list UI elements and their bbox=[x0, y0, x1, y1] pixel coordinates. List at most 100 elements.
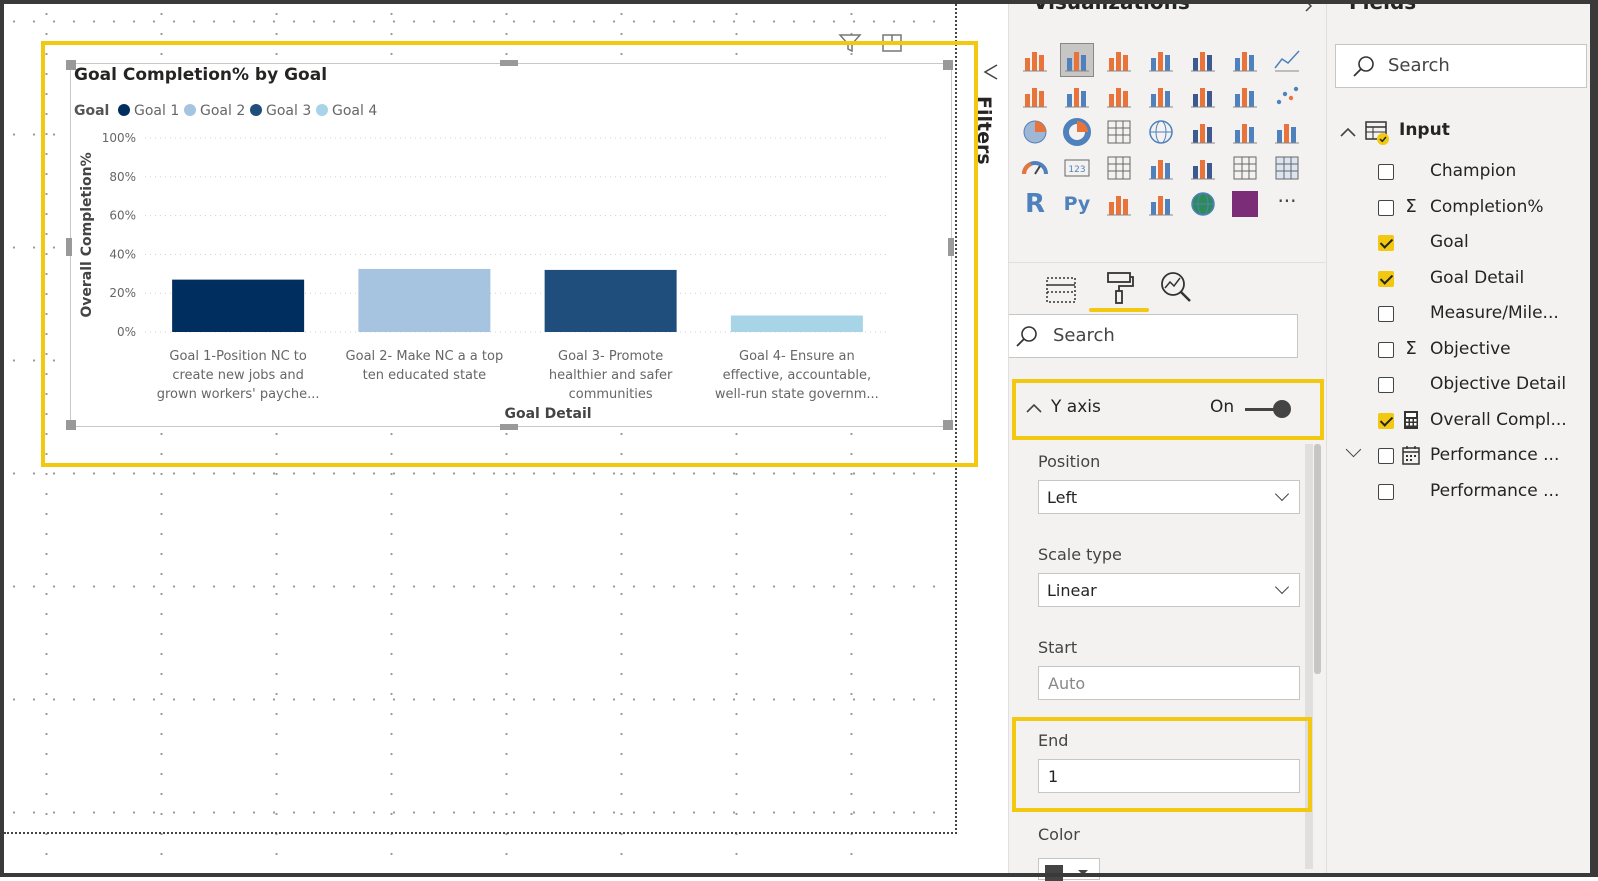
filter-icon[interactable] bbox=[838, 32, 862, 54]
search-icon bbox=[1016, 326, 1037, 347]
field-item[interactable]: Objective Detail bbox=[1326, 368, 1590, 404]
fields-tab-icon[interactable] bbox=[1045, 274, 1077, 306]
table-name[interactable]: Input bbox=[1399, 120, 1450, 140]
format-pane-scrollbar-track[interactable] bbox=[1305, 444, 1313, 869]
more-visuals-icon[interactable]: ··· bbox=[1271, 188, 1303, 220]
map-icon[interactable] bbox=[1145, 116, 1177, 148]
waterfall-chart-icon[interactable] bbox=[1229, 80, 1261, 112]
chevron-down-icon[interactable] bbox=[1345, 441, 1362, 458]
chart-title: Goal Completion% by Goal bbox=[74, 65, 327, 85]
clustered-bar-chart-icon[interactable] bbox=[1103, 44, 1135, 76]
field-checkbox[interactable] bbox=[1378, 377, 1394, 393]
line-and-stacked-column-icon[interactable] bbox=[1103, 80, 1135, 112]
y-tick-label: 60% bbox=[109, 209, 136, 223]
field-checkbox[interactable] bbox=[1378, 483, 1394, 500]
bar-3 bbox=[544, 269, 677, 332]
collapse-right-icon[interactable] bbox=[1301, 4, 1317, 14]
table-icon[interactable] bbox=[1229, 152, 1261, 184]
pie-chart-icon[interactable] bbox=[1019, 116, 1051, 148]
field-name: Champion bbox=[1430, 161, 1517, 181]
line-chart-icon[interactable] bbox=[1271, 44, 1303, 76]
field-name: Objective bbox=[1430, 338, 1511, 359]
format-paint-roller-icon[interactable] bbox=[1103, 270, 1135, 306]
field-checkbox[interactable] bbox=[1378, 164, 1394, 180]
stacked-bar-chart-icon[interactable] bbox=[1019, 44, 1051, 76]
x-tick-label: grown workers' payche... bbox=[157, 387, 320, 402]
page-boundary-bottom bbox=[4, 832, 957, 834]
y-axis-card-header[interactable]: Y axis On bbox=[1013, 379, 1318, 439]
stacked-area-chart-icon[interactable] bbox=[1061, 80, 1093, 112]
expand-filters-icon[interactable] bbox=[981, 62, 1001, 82]
field-name: Goal Detail bbox=[1430, 267, 1525, 288]
field-item[interactable]: Measure/Mile... bbox=[1326, 297, 1590, 333]
field-item[interactable]: Overall Compl... bbox=[1326, 404, 1590, 440]
field-item[interactable]: Σ Completion% bbox=[1326, 191, 1590, 227]
legend-entry-1: Goal 1 bbox=[134, 103, 179, 119]
field-checkbox[interactable] bbox=[1378, 341, 1394, 358]
slicer-icon[interactable] bbox=[1187, 152, 1219, 184]
y-tick-label: 100% bbox=[102, 131, 136, 145]
y-axis-toggle[interactable] bbox=[1243, 399, 1293, 419]
format-search-input[interactable]: Search bbox=[1009, 314, 1298, 358]
scatter-chart-icon[interactable] bbox=[1271, 80, 1303, 112]
x-tick-label: well-run state governm... bbox=[715, 387, 879, 402]
gauge-icon[interactable] bbox=[1019, 152, 1051, 184]
field-item[interactable]: Goal Detail bbox=[1326, 262, 1590, 298]
treemap-icon[interactable] bbox=[1103, 116, 1135, 148]
chevron-up-icon[interactable] bbox=[1025, 402, 1043, 414]
kpi-icon[interactable] bbox=[1145, 152, 1177, 184]
analytics-tab-icon[interactable] bbox=[1159, 270, 1193, 304]
format-pane-scrollbar-thumb[interactable] bbox=[1314, 444, 1321, 674]
matrix-icon[interactable] bbox=[1271, 152, 1303, 184]
100-stacked-column-chart-icon[interactable] bbox=[1229, 44, 1261, 76]
start-input[interactable] bbox=[1038, 666, 1300, 700]
legend-marker-3 bbox=[250, 104, 262, 116]
area-chart-icon[interactable] bbox=[1019, 80, 1051, 112]
field-item[interactable]: Champion bbox=[1326, 155, 1590, 191]
filters-label[interactable]: Filters bbox=[973, 96, 995, 165]
field-checkbox[interactable] bbox=[1378, 235, 1394, 251]
y-tick-label: 80% bbox=[109, 170, 136, 184]
chart-svg: Goal Completion% by Goal Goal Goal 1 Goal 2… bbox=[74, 65, 890, 422]
r-visual-icon[interactable]: R bbox=[1019, 188, 1051, 220]
end-input[interactable] bbox=[1038, 759, 1300, 793]
field-checkbox[interactable] bbox=[1378, 270, 1394, 287]
chevron-up-icon[interactable] bbox=[1339, 126, 1357, 138]
shape-map-icon[interactable] bbox=[1229, 116, 1261, 148]
clustered-column-chart-icon[interactable] bbox=[1145, 44, 1177, 76]
stacked-column-chart-icon[interactable] bbox=[1060, 43, 1094, 77]
fields-search-input[interactable]: Search bbox=[1335, 44, 1587, 88]
ribbon-chart-icon[interactable] bbox=[1187, 80, 1219, 112]
legend-entry-2: Goal 2 bbox=[200, 103, 245, 119]
funnel-icon[interactable] bbox=[1271, 116, 1303, 148]
field-item[interactable]: Σ Objective bbox=[1326, 333, 1590, 369]
field-checkbox[interactable] bbox=[1378, 412, 1394, 429]
donut-chart-icon[interactable] bbox=[1061, 116, 1093, 148]
field-item[interactable]: Performance ... bbox=[1326, 475, 1590, 511]
filled-map-icon[interactable] bbox=[1187, 116, 1219, 148]
scale-type-value: Linear bbox=[1047, 581, 1097, 600]
scale-type-dropdown[interactable]: Linear bbox=[1038, 573, 1300, 607]
format-search-placeholder: Search bbox=[1053, 325, 1115, 346]
decomposition-tree-icon[interactable] bbox=[1145, 188, 1177, 220]
table-icon bbox=[1365, 121, 1389, 145]
focus-mode-icon[interactable] bbox=[880, 32, 904, 54]
python-visual-icon[interactable]: Py bbox=[1061, 188, 1093, 220]
arcgis-map-icon[interactable] bbox=[1187, 188, 1219, 220]
position-dropdown[interactable]: Left bbox=[1038, 480, 1300, 514]
card-icon[interactable]: 123 bbox=[1061, 152, 1093, 184]
line-and-clustered-column-icon[interactable] bbox=[1145, 80, 1177, 112]
100-stacked-bar-chart-icon[interactable] bbox=[1187, 44, 1219, 76]
field-checkbox[interactable] bbox=[1378, 448, 1394, 464]
calculator-icon bbox=[1402, 410, 1420, 430]
legend-marker-1 bbox=[118, 104, 130, 116]
custom-visual-icon[interactable] bbox=[1229, 188, 1261, 220]
multi-row-card-icon[interactable] bbox=[1103, 152, 1135, 184]
x-tick-label: Goal 3- Promote bbox=[558, 349, 663, 364]
field-checkbox[interactable] bbox=[1378, 306, 1394, 322]
field-checkbox[interactable] bbox=[1378, 199, 1394, 216]
field-item[interactable]: Goal bbox=[1326, 226, 1590, 262]
color-label: Color bbox=[1038, 825, 1080, 844]
key-influencers-icon[interactable] bbox=[1103, 188, 1135, 220]
field-item[interactable]: Performance ... bbox=[1326, 439, 1590, 475]
